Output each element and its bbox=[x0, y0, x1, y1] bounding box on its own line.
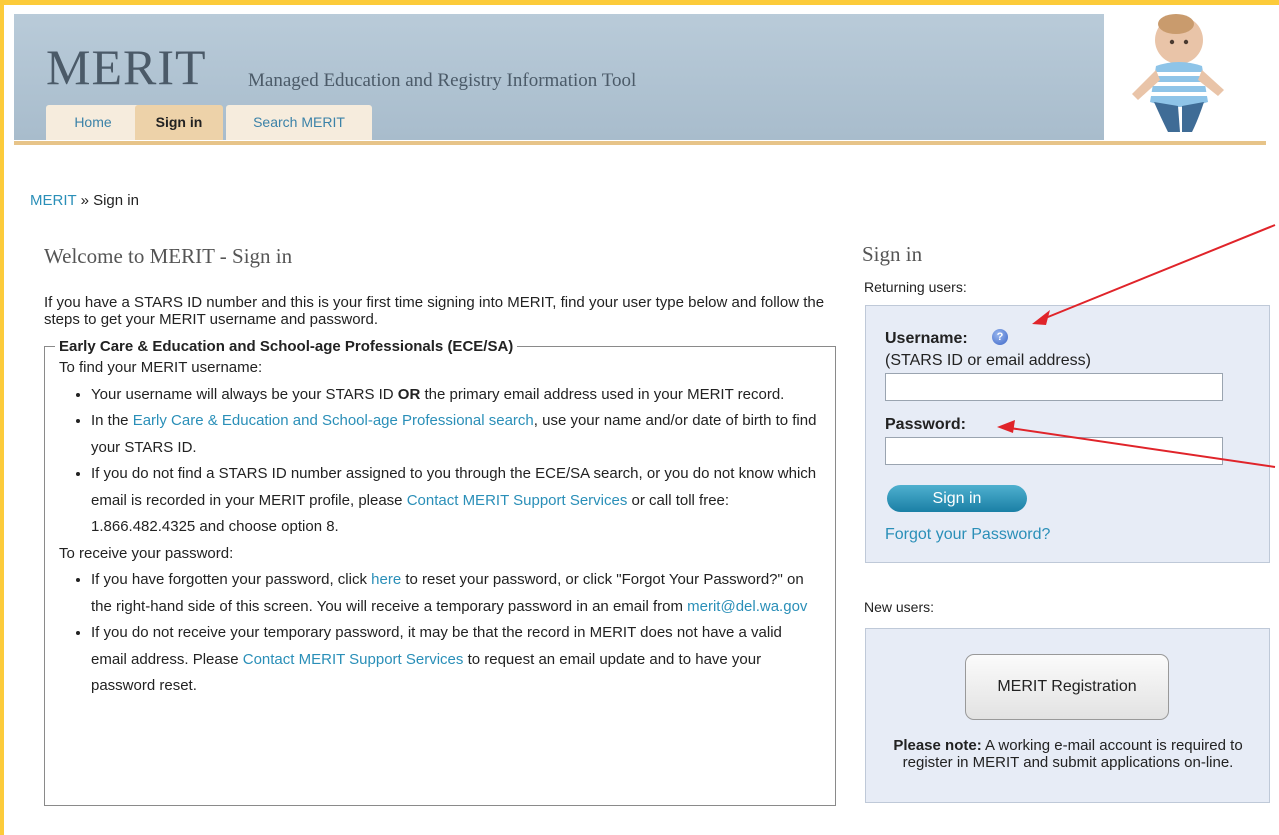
list-item: Your username will always be your STARS … bbox=[91, 382, 817, 409]
forgot-password-link[interactable]: Forgot your Password? bbox=[885, 526, 1050, 544]
intro-text: If you have a STARS ID number and this i… bbox=[44, 294, 825, 328]
sign-in-button[interactable]: Sign in bbox=[887, 485, 1027, 512]
merit-email-link[interactable]: merit@del.wa.gov bbox=[687, 598, 807, 615]
ece-sa-instructions: Early Care & Education and School-age Pr… bbox=[44, 338, 836, 806]
registration-note: Please note: A working e-mail account is… bbox=[893, 737, 1243, 771]
new-users-label: New users: bbox=[864, 599, 935, 615]
breadcrumb: MERIT » Sign in bbox=[30, 192, 139, 209]
page-frame-top bbox=[0, 0, 1279, 5]
contact-support-link-2[interactable]: Contact MERIT Support Services bbox=[243, 651, 464, 668]
help-icon[interactable]: ? bbox=[992, 329, 1008, 345]
tab-search-merit[interactable]: Search MERIT bbox=[226, 105, 372, 140]
tab-sign-in[interactable]: Sign in bbox=[135, 105, 223, 140]
page-title: Welcome to MERIT - Sign in bbox=[44, 244, 293, 268]
ece-sa-legend: Early Care & Education and School-age Pr… bbox=[59, 338, 514, 355]
password-input[interactable] bbox=[885, 437, 1223, 465]
breadcrumb-link-merit[interactable]: MERIT bbox=[30, 192, 76, 209]
password-heading: To receive your password: bbox=[59, 544, 234, 562]
username-heading: To find your MERIT username: bbox=[59, 359, 263, 376]
username-hint: (STARS ID or email address) bbox=[885, 352, 1091, 369]
breadcrumb-current: Sign in bbox=[93, 192, 139, 209]
site-tagline: Managed Education and Registry Informati… bbox=[248, 70, 637, 91]
header-divider bbox=[14, 141, 1266, 145]
page-frame-left bbox=[0, 0, 4, 835]
ece-sa-search-link[interactable]: Early Care & Education and School-age Pr… bbox=[133, 412, 534, 429]
list-item: If you do not receive your temporary pas… bbox=[91, 620, 817, 700]
list-item: In the Early Care & Education and School… bbox=[91, 408, 817, 461]
new-users-panel: MERIT Registration Please note: A workin… bbox=[865, 628, 1270, 803]
list-item: If you have forgotten your password, cli… bbox=[91, 567, 817, 620]
sign-in-heading: Sign in bbox=[862, 242, 923, 266]
sign-in-panel: Username: ? (STARS ID or email address) … bbox=[865, 305, 1270, 563]
baby-photo bbox=[1132, 14, 1224, 132]
breadcrumb-separator: » bbox=[80, 192, 89, 209]
password-label: Password: bbox=[885, 416, 966, 433]
site-header: MERIT Managed Education and Registry Inf… bbox=[14, 14, 1104, 140]
returning-users-label: Returning users: bbox=[864, 279, 967, 295]
reset-password-link[interactable]: here bbox=[371, 571, 401, 588]
list-item: If you do not find a STARS ID number ass… bbox=[91, 461, 817, 541]
contact-support-link[interactable]: Contact MERIT Support Services bbox=[407, 492, 628, 509]
username-input[interactable] bbox=[885, 373, 1223, 401]
header-photo-area bbox=[1104, 14, 1266, 140]
merit-logo[interactable]: MERIT bbox=[46, 38, 207, 96]
merit-registration-button[interactable]: MERIT Registration bbox=[965, 654, 1169, 720]
tab-home[interactable]: Home bbox=[46, 105, 140, 140]
username-label: Username: bbox=[885, 330, 968, 347]
